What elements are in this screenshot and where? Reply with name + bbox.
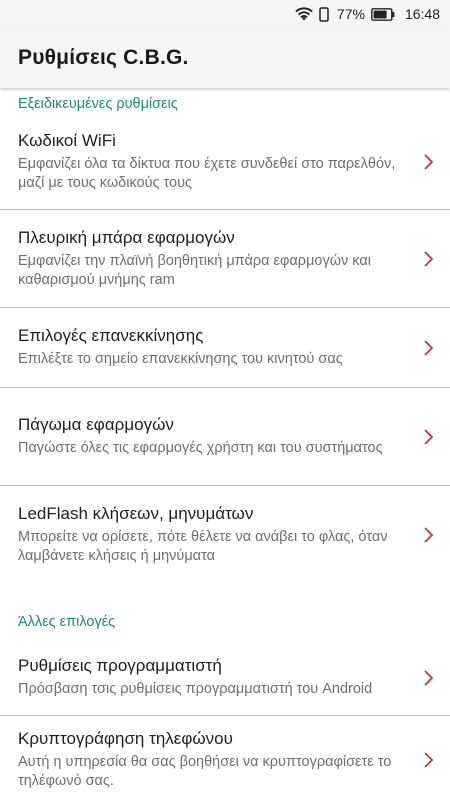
chevron-right-icon — [424, 339, 434, 356]
pref-item-wifi-passwords[interactable]: Κωδικοί WiFi Εμφανίζει όλα τα δίκτυα που… — [0, 114, 450, 210]
battery-percent: 77% — [336, 6, 365, 22]
pref-title: Επιλογές επανεκκίνησης — [18, 326, 204, 345]
pref-title: Ρυθμίσεις προγραμματιστή — [18, 656, 222, 675]
chevron-right-icon — [424, 153, 434, 170]
settings-list: Εξειδικευμένες ρυθμίσεις Κωδικοί WiFi Εμ… — [0, 88, 450, 800]
pref-summary: Πρόσβαση τσις ρυθμίσεις προγραμματιστή τ… — [18, 681, 373, 697]
app-toolbar: Ρυθμίσεις C.B.G. — [0, 28, 450, 88]
pref-title: LedFlash κλήσεων, μηνυμάτων — [18, 504, 254, 523]
pref-item-reboot-options[interactable]: Επιλογές επανεκκίνησης Επιλέξτε το σημεί… — [0, 308, 450, 388]
pref-item-freeze-apps[interactable]: Πάγωμα εφαρμογών Παγώστε όλες τις εφαρμο… — [0, 388, 450, 486]
pref-title: Κωδικοί WiFi — [18, 130, 116, 150]
section-header-other: Άλλες επιλογές — [18, 614, 116, 630]
pref-summary: Μπορείτε να ορίσετε, πότε θέλετε να ανάβ… — [18, 529, 388, 564]
pref-item-ledflash[interactable]: LedFlash κλήσεων, μηνυμάτων Μπορείτε να … — [0, 486, 450, 584]
chevron-right-icon — [424, 752, 434, 768]
battery-icon — [371, 7, 395, 21]
pref-summary: Εμφανίζει την πλαϊνή βοηθητική μπάρα εφα… — [18, 252, 371, 288]
pref-title: Πλευρική μπάρα εφαρμογών — [18, 227, 235, 247]
chevron-right-icon — [424, 250, 434, 267]
pref-title: Πάγωμα εφαρμογών — [18, 415, 174, 434]
chevron-right-icon — [424, 527, 434, 543]
chevron-right-icon — [424, 428, 434, 445]
pref-title: Κρυπτογράφηση τηλεφώνου — [18, 729, 233, 748]
pref-summary: Εμφανίζει όλα τα δίκτυα που έχετε συνδεθ… — [18, 155, 396, 191]
pref-summary: Αυτή η υπηρεσία θα σας βοηθήσει να κρυπτ… — [18, 754, 392, 789]
settings-screen: 77% 16:48 Ρυθμίσεις C.B.G. Εξειδικευμένε… — [0, 0, 450, 800]
clock: 16:48 — [404, 6, 440, 22]
pref-item-app-sidebar[interactable]: Πλευρική μπάρα εφαρμογών Εμφανίζει την π… — [0, 210, 450, 308]
pref-item-developer-settings[interactable]: Ρυθμίσεις προγραμματιστή Πρόσβαση τσις ρ… — [0, 640, 450, 716]
wifi-icon — [295, 7, 313, 21]
pref-summary: Επιλέξτε το σημείο επανεκκίνησης του κιν… — [18, 351, 343, 367]
chevron-right-icon — [424, 669, 434, 686]
pref-summary: Παγώστε όλες τις εφαρμογές χρήστη και το… — [18, 440, 383, 456]
status-bar: 77% 16:48 — [0, 0, 450, 28]
phone-outline-icon — [319, 6, 329, 22]
section-header-advanced: Εξειδικευμένες ρυθμίσεις — [18, 96, 178, 112]
page-title: Ρυθμίσεις C.B.G. — [18, 46, 189, 69]
pref-item-phone-encryption[interactable]: Κρυπτογράφηση τηλεφώνου Αυτή η υπηρεσία … — [0, 716, 450, 800]
